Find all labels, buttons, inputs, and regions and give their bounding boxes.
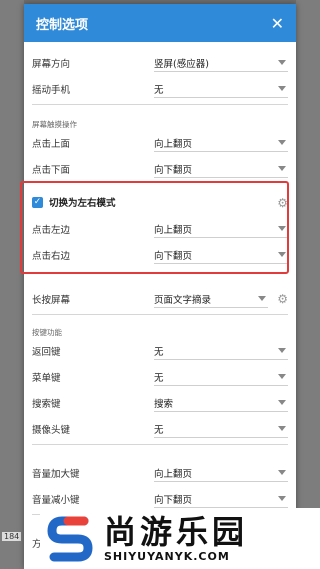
section-header-tap: 屏幕触摸操作 (24, 102, 296, 130)
dropdown-arrow-icon (278, 348, 286, 353)
setting-row-camera-key[interactable]: 摄像头键 无 (24, 416, 296, 442)
dropdown-arrow-icon (258, 296, 266, 301)
dropdown-arrow-icon (278, 400, 286, 405)
setting-label: 音量减小键 (32, 495, 80, 506)
section-divider (24, 442, 296, 460)
setting-label: 音量加大键 (32, 469, 80, 480)
close-icon[interactable]: ✕ (271, 14, 284, 33)
watermark-logo (40, 511, 100, 566)
setting-dropdown[interactable]: 搜索 (154, 394, 288, 412)
setting-row-search-key[interactable]: 搜索键 搜索 (24, 390, 296, 416)
setting-label: 摇动手机 (32, 85, 71, 96)
section-header-keys: 按键功能 (24, 312, 296, 338)
setting-row-tap-bottom[interactable]: 点击下面 向下翻页 (24, 156, 296, 182)
setting-row-tap-top[interactable]: 点击上面 向上翻页 (24, 130, 296, 156)
setting-row-back-key[interactable]: 返回键 无 (24, 338, 296, 364)
setting-label: 返回键 (32, 347, 61, 358)
dialog-title: 控制选项 (36, 17, 89, 33)
setting-label: 摄像头键 (32, 425, 71, 436)
setting-row-tap-right[interactable]: 点击右边 向下翻页 (24, 242, 296, 268)
setting-dropdown[interactable]: 向上翻页 (154, 464, 288, 482)
dropdown-arrow-icon (278, 426, 286, 431)
gear-icon[interactable]: ⚙ (277, 196, 288, 210)
control-options-dialog: 控制选项 ✕ 屏幕方向 竖屏(感应器) 摇动手机 无 屏幕触摸操作 点击上面 向… (24, 4, 296, 569)
setting-dropdown[interactable]: 竖屏(感应器) (154, 54, 288, 72)
dropdown-arrow-icon (278, 252, 286, 257)
dropdown-arrow-icon (278, 86, 286, 91)
dropdown-arrow-icon (278, 496, 286, 501)
setting-dropdown[interactable]: 无 (154, 342, 288, 360)
page-number-tag: 184 (2, 532, 22, 541)
setting-dropdown[interactable]: 无 (154, 368, 288, 386)
setting-dropdown[interactable]: 向上翻页 (154, 134, 288, 152)
watermark-banner: 尚游乐园 SHIYUYANYK.COM (40, 508, 320, 569)
setting-row-shake[interactable]: 摇动手机 无 (24, 76, 296, 102)
dropdown-arrow-icon (278, 60, 286, 65)
dropdown-arrow-icon (278, 374, 286, 379)
left-right-mode-label: 切换为左右模式 (49, 198, 116, 209)
setting-dropdown[interactable]: 向下翻页 (154, 160, 288, 178)
dropdown-arrow-icon (278, 166, 286, 171)
setting-label: 点击上面 (32, 139, 71, 150)
watermark-url-text: SHIYUYANYK.COM (104, 550, 230, 563)
setting-label: 屏幕方向 (32, 59, 71, 70)
setting-label: 长按屏幕 (32, 295, 71, 306)
dropdown-arrow-icon (278, 140, 286, 145)
setting-dropdown[interactable]: 向下翻页 (154, 246, 288, 264)
dropdown-arrow-icon (278, 470, 286, 475)
setting-row-tap-left[interactable]: 点击左边 向上翻页 (24, 216, 296, 242)
setting-label: 菜单键 (32, 373, 61, 384)
watermark-chinese-text: 尚游乐园 (104, 513, 249, 551)
setting-dropdown[interactable]: 向上翻页 (154, 220, 288, 238)
setting-row-long-press[interactable]: 长按屏幕 页面文字摘录 ⚙ (24, 286, 296, 312)
setting-dropdown[interactable]: 页面文字摘录 (154, 290, 268, 308)
setting-label: 点击下面 (32, 165, 71, 176)
setting-row-menu-key[interactable]: 菜单键 无 (24, 364, 296, 390)
setting-row-volume-up[interactable]: 音量加大键 向上翻页 (24, 460, 296, 486)
dropdown-arrow-icon (278, 226, 286, 231)
setting-label: 点击右边 (32, 251, 71, 262)
background-right-edge (296, 0, 320, 569)
setting-label: 点击左边 (32, 225, 71, 236)
background-left-edge (0, 0, 24, 569)
checkbox-checked-icon[interactable]: ✓ (32, 196, 43, 208)
left-right-mode-toggle[interactable]: ✓ 切换为左右模式 ⚙ (24, 188, 296, 216)
dialog-header: 控制选项 ✕ (24, 4, 296, 42)
setting-dropdown[interactable]: 无 (154, 420, 288, 438)
setting-label: 搜索键 (32, 399, 61, 410)
setting-row-orientation[interactable]: 屏幕方向 竖屏(感应器) (24, 50, 296, 76)
setting-dropdown[interactable]: 无 (154, 80, 288, 98)
gear-icon[interactable]: ⚙ (277, 292, 288, 306)
setting-dropdown[interactable]: 向下翻页 (154, 490, 288, 508)
